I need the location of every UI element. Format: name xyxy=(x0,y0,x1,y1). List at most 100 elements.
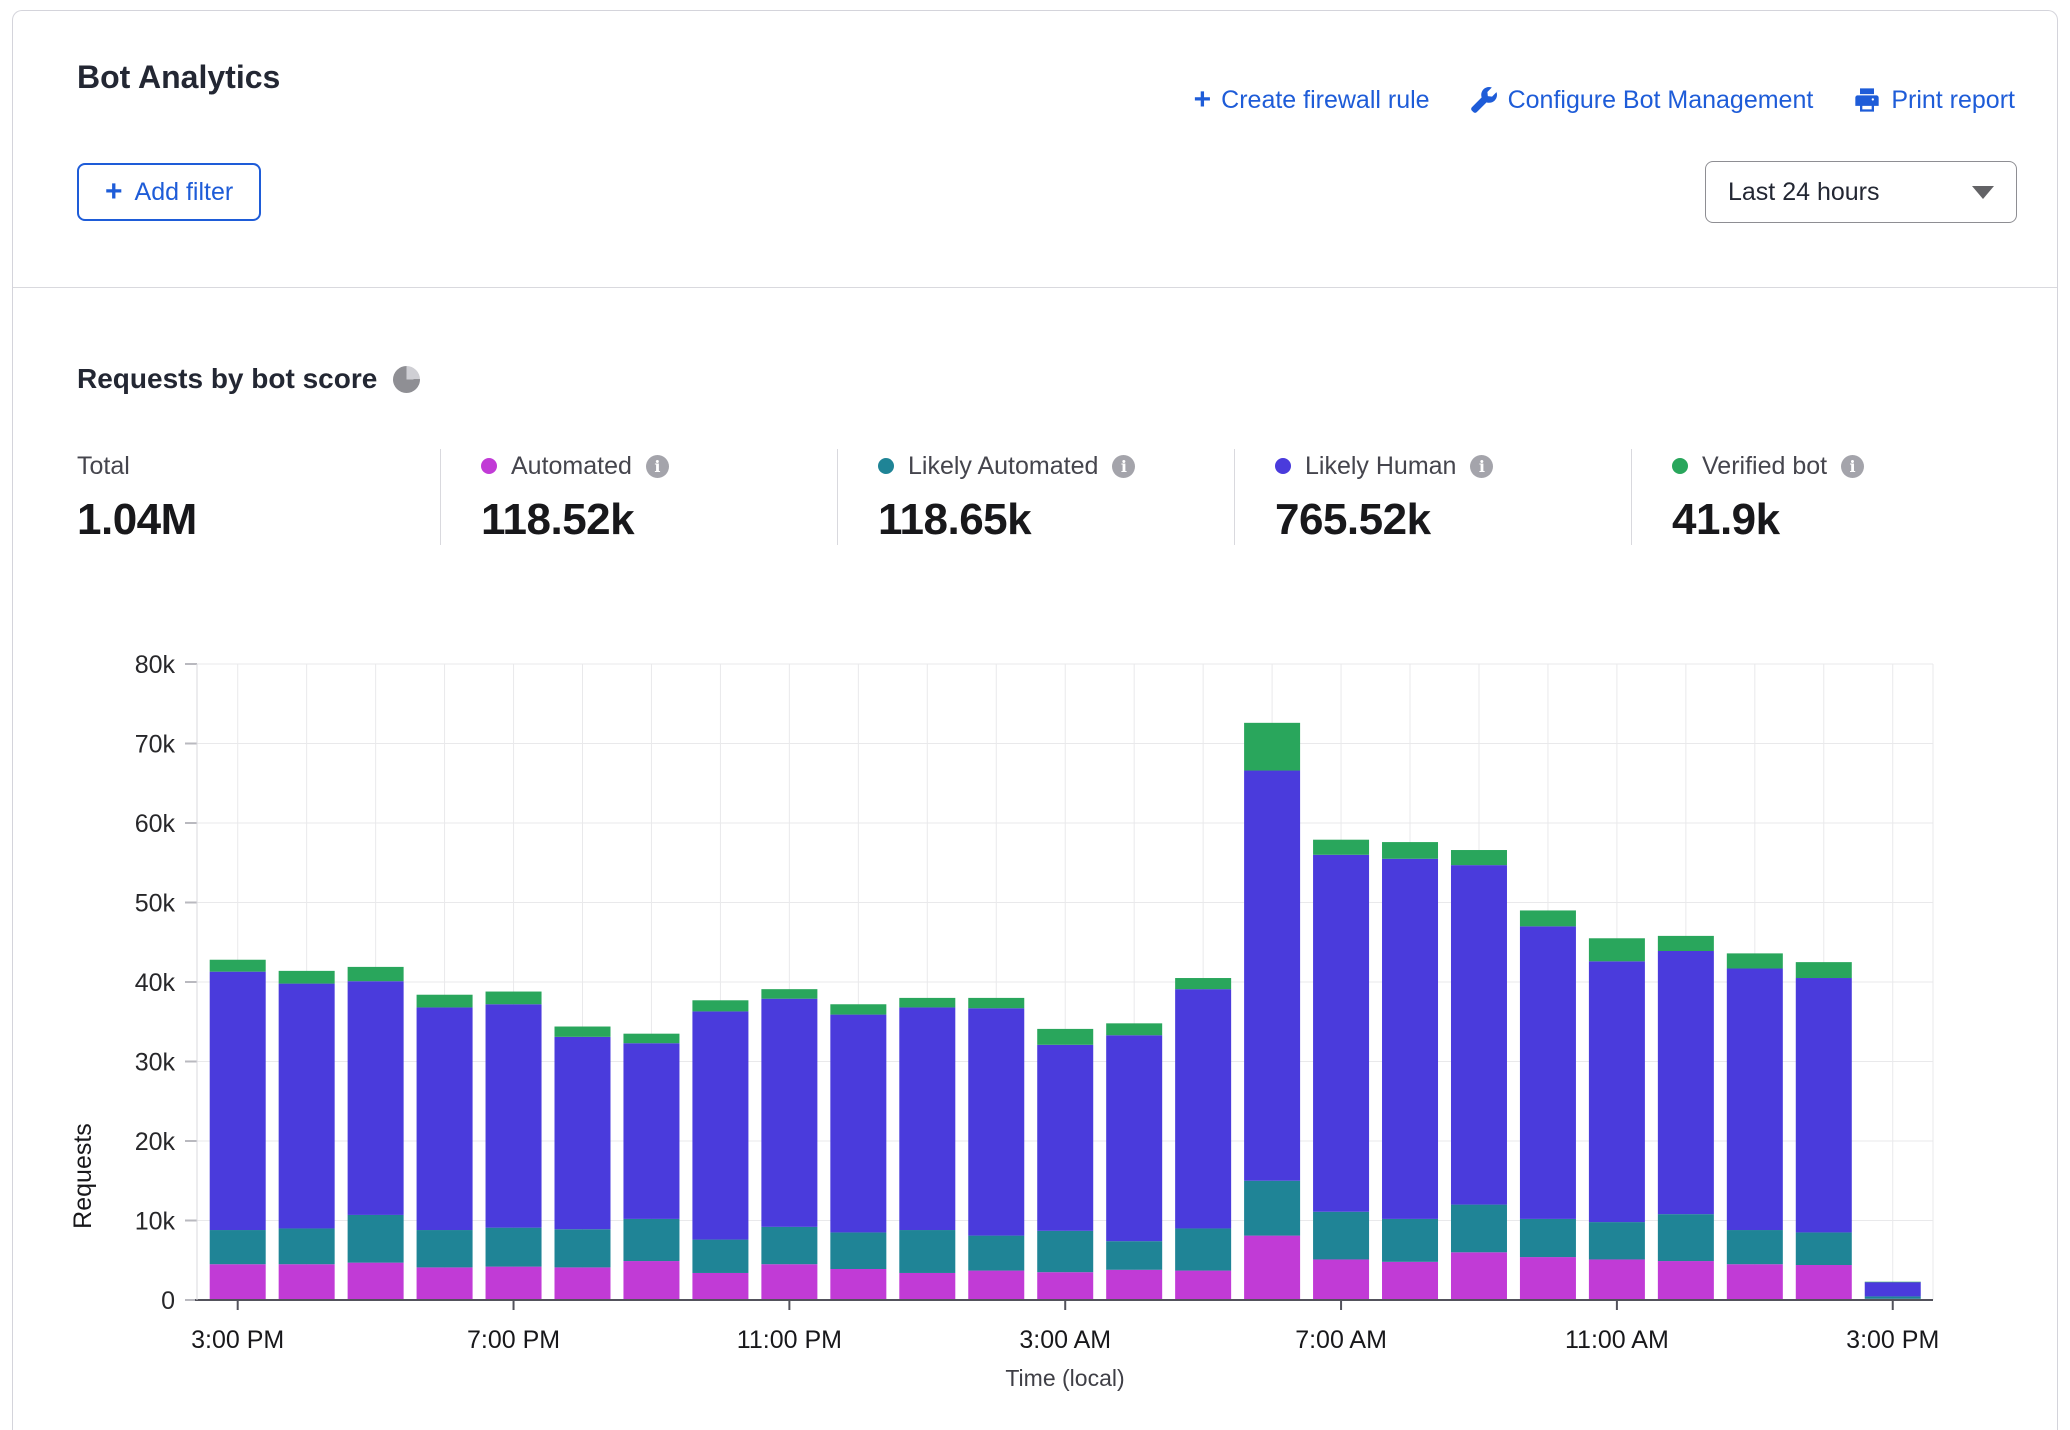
info-icon[interactable]: i xyxy=(1841,455,1864,478)
bar-segment-likely_human[interactable] xyxy=(623,1043,679,1219)
create-firewall-rule-link[interactable]: + Create firewall rule xyxy=(1194,85,1430,115)
bar-segment-likely_automated[interactable] xyxy=(1451,1205,1507,1253)
bar-segment-verified_bot[interactable] xyxy=(1589,938,1645,961)
bar-segment-likely_automated[interactable] xyxy=(1589,1222,1645,1259)
bar-segment-likely_human[interactable] xyxy=(555,1037,611,1229)
bar-segment-likely_automated[interactable] xyxy=(1244,1181,1300,1236)
bar-segment-automated[interactable] xyxy=(1589,1259,1645,1300)
add-filter-button[interactable]: + Add filter xyxy=(77,163,261,221)
bar-segment-likely_human[interactable] xyxy=(1106,1035,1162,1241)
bar-segment-verified_bot[interactable] xyxy=(348,967,404,981)
bar-segment-likely_human[interactable] xyxy=(1658,951,1714,1214)
bar-segment-likely_human[interactable] xyxy=(210,972,266,1230)
bar-segment-likely_human[interactable] xyxy=(968,1008,1024,1235)
bar-segment-likely_automated[interactable] xyxy=(555,1229,611,1267)
bar-segment-verified_bot[interactable] xyxy=(1658,936,1714,951)
bar-segment-likely_human[interactable] xyxy=(1175,989,1231,1228)
bar-segment-verified_bot[interactable] xyxy=(1313,840,1369,855)
bar-segment-verified_bot[interactable] xyxy=(1106,1023,1162,1035)
configure-bot-management-link[interactable]: Configure Bot Management xyxy=(1470,86,1814,115)
bar-segment-likely_automated[interactable] xyxy=(486,1228,542,1267)
bar-segment-automated[interactable] xyxy=(210,1264,266,1300)
bar-segment-verified_bot[interactable] xyxy=(1451,850,1507,865)
bar-segment-likely_automated[interactable] xyxy=(1727,1230,1783,1264)
bar-segment-automated[interactable] xyxy=(417,1267,473,1300)
bar-segment-likely_automated[interactable] xyxy=(899,1230,955,1273)
bar-segment-automated[interactable] xyxy=(1451,1252,1507,1300)
bar-segment-likely_automated[interactable] xyxy=(1382,1219,1438,1262)
bar-segment-likely_automated[interactable] xyxy=(1796,1232,1852,1265)
bar-segment-verified_bot[interactable] xyxy=(486,992,542,1005)
bar-segment-likely_human[interactable] xyxy=(899,1007,955,1230)
bar-segment-likely_automated[interactable] xyxy=(1658,1214,1714,1261)
bar-segment-automated[interactable] xyxy=(1382,1262,1438,1300)
bar-segment-likely_human[interactable] xyxy=(1382,859,1438,1219)
time-range-select[interactable]: Last 24 hours xyxy=(1705,161,2017,223)
bar-segment-verified_bot[interactable] xyxy=(1244,723,1300,771)
bar-segment-likely_human[interactable] xyxy=(1244,771,1300,1181)
bar-segment-likely_human[interactable] xyxy=(1037,1045,1093,1231)
bar-segment-likely_human[interactable] xyxy=(1865,1282,1921,1296)
bar-segment-automated[interactable] xyxy=(623,1261,679,1300)
bar-segment-verified_bot[interactable] xyxy=(1382,842,1438,859)
bar-segment-verified_bot[interactable] xyxy=(210,960,266,972)
bar-segment-automated[interactable] xyxy=(1106,1270,1162,1300)
bar-segment-automated[interactable] xyxy=(830,1269,886,1300)
bar-segment-likely_human[interactable] xyxy=(1589,961,1645,1222)
bar-segment-likely_automated[interactable] xyxy=(692,1240,748,1273)
bar-segment-automated[interactable] xyxy=(1175,1271,1231,1300)
bar-segment-likely_automated[interactable] xyxy=(210,1230,266,1264)
bar-segment-likely_automated[interactable] xyxy=(348,1215,404,1263)
bar-segment-verified_bot[interactable] xyxy=(1796,962,1852,978)
bar-segment-verified_bot[interactable] xyxy=(279,971,335,984)
print-report-link[interactable]: Print report xyxy=(1853,86,2015,115)
bar-segment-likely_automated[interactable] xyxy=(1037,1231,1093,1272)
bar-segment-likely_human[interactable] xyxy=(761,999,817,1227)
bar-segment-automated[interactable] xyxy=(1727,1264,1783,1300)
bar-segment-automated[interactable] xyxy=(486,1267,542,1300)
bar-segment-automated[interactable] xyxy=(1037,1272,1093,1300)
bar-segment-likely_automated[interactable] xyxy=(968,1236,1024,1271)
bar-segment-likely_automated[interactable] xyxy=(761,1227,817,1264)
bar-segment-likely_automated[interactable] xyxy=(417,1230,473,1267)
bar-segment-verified_bot[interactable] xyxy=(1037,1029,1093,1045)
bar-segment-likely_automated[interactable] xyxy=(1865,1296,1921,1298)
bar-segment-likely_automated[interactable] xyxy=(1106,1241,1162,1270)
bar-segment-automated[interactable] xyxy=(692,1273,748,1300)
bar-segment-automated[interactable] xyxy=(279,1264,335,1300)
bar-segment-automated[interactable] xyxy=(899,1273,955,1300)
bar-segment-likely_human[interactable] xyxy=(279,984,335,1229)
bar-segment-likely_human[interactable] xyxy=(1313,855,1369,1212)
bar-segment-likely_automated[interactable] xyxy=(1175,1228,1231,1270)
info-icon[interactable]: i xyxy=(646,455,669,478)
bar-segment-likely_automated[interactable] xyxy=(279,1228,335,1264)
info-icon[interactable]: i xyxy=(1112,455,1135,478)
bar-segment-verified_bot[interactable] xyxy=(555,1027,611,1037)
bar-segment-automated[interactable] xyxy=(1796,1265,1852,1300)
bar-segment-verified_bot[interactable] xyxy=(623,1034,679,1044)
bar-segment-likely_human[interactable] xyxy=(348,981,404,1215)
bar-segment-likely_human[interactable] xyxy=(692,1011,748,1239)
bar-segment-likely_automated[interactable] xyxy=(623,1219,679,1261)
bar-segment-automated[interactable] xyxy=(1244,1236,1300,1300)
bar-segment-likely_automated[interactable] xyxy=(1520,1219,1576,1257)
bar-segment-verified_bot[interactable] xyxy=(899,998,955,1008)
bar-segment-likely_human[interactable] xyxy=(486,1004,542,1227)
bar-segment-automated[interactable] xyxy=(348,1263,404,1300)
bar-segment-likely_automated[interactable] xyxy=(1313,1212,1369,1260)
bar-segment-likely_automated[interactable] xyxy=(830,1232,886,1269)
bar-segment-verified_bot[interactable] xyxy=(417,995,473,1008)
bar-segment-verified_bot[interactable] xyxy=(1175,978,1231,989)
bar-segment-likely_human[interactable] xyxy=(1451,865,1507,1204)
bar-segment-automated[interactable] xyxy=(1658,1261,1714,1300)
bar-segment-verified_bot[interactable] xyxy=(1520,910,1576,926)
bar-segment-verified_bot[interactable] xyxy=(761,989,817,999)
bar-segment-verified_bot[interactable] xyxy=(1727,953,1783,968)
bar-segment-automated[interactable] xyxy=(555,1267,611,1300)
bar-segment-automated[interactable] xyxy=(968,1271,1024,1300)
bar-segment-likely_human[interactable] xyxy=(1796,978,1852,1232)
bar-segment-likely_human[interactable] xyxy=(1727,968,1783,1230)
bar-segment-automated[interactable] xyxy=(1520,1257,1576,1300)
bar-segment-verified_bot[interactable] xyxy=(968,998,1024,1008)
info-icon[interactable]: i xyxy=(1470,455,1493,478)
